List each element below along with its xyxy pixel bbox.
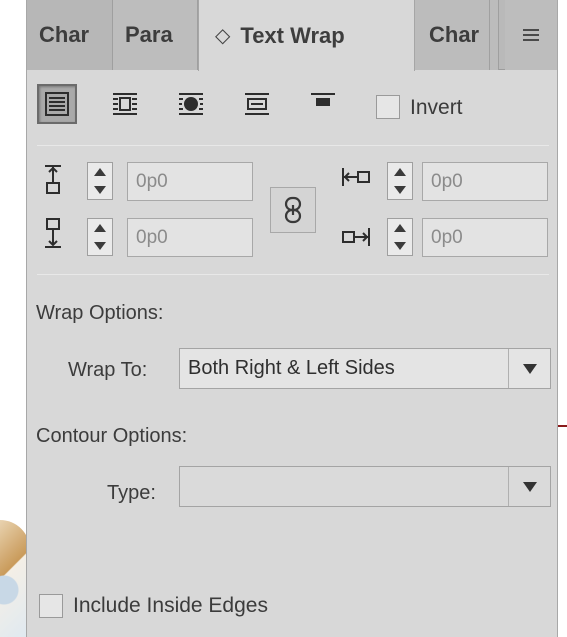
wrap-bounding-box-button[interactable]: [105, 84, 145, 124]
jump-object-button[interactable]: [237, 84, 277, 124]
tab-paragraph[interactable]: Para: [113, 0, 198, 70]
stepper-up-icon[interactable]: [394, 224, 406, 232]
dropdown-arrow-button[interactable]: [508, 349, 550, 388]
tab-text-wrap[interactable]: ◇ Text Wrap: [198, 0, 415, 71]
wrap-to-dropdown[interactable]: Both Right & Left Sides: [179, 348, 551, 389]
stepper-down-icon[interactable]: [94, 186, 106, 194]
contour-options-title: Contour Options:: [36, 425, 188, 447]
dropdown-arrow-button[interactable]: [508, 467, 550, 506]
tab-label: Para: [125, 22, 173, 47]
top-offset-input[interactable]: 0p0: [127, 162, 253, 201]
stepper-down-icon[interactable]: [394, 242, 406, 250]
tab-divider: [489, 0, 490, 70]
section-divider: [37, 145, 549, 146]
bottom-offset-stepper[interactable]: [87, 218, 113, 256]
jump-to-next-column-button[interactable]: [303, 84, 343, 124]
wrap-to-label: Wrap To:: [68, 359, 148, 381]
make-all-settings-same-button[interactable]: [270, 187, 316, 233]
wrap-around-object-shape-icon: [179, 93, 203, 115]
chevron-down-icon: [522, 363, 537, 374]
no-text-wrap-icon: [45, 92, 69, 116]
tab-label: Char: [39, 22, 90, 47]
tab-character[interactable]: Char: [27, 0, 113, 70]
top-offset-stepper[interactable]: [87, 162, 113, 200]
stepper-up-icon[interactable]: [94, 168, 106, 176]
bottom-offset-icon: [45, 218, 61, 248]
left-offset-stepper[interactable]: [387, 162, 413, 200]
invert-checkbox[interactable]: [376, 95, 400, 119]
top-offset-icon: [45, 165, 61, 194]
tab-label: Text Wrap: [240, 22, 345, 48]
include-inside-edges-label: Include Inside Edges: [73, 594, 268, 617]
panel-menu-button[interactable]: [505, 0, 557, 70]
stepper-up-icon[interactable]: [394, 168, 406, 176]
include-inside-edges-checkbox[interactable]: [39, 594, 63, 618]
jump-to-next-column-icon: [311, 93, 335, 106]
no-text-wrap-button[interactable]: [37, 84, 77, 124]
stepper-down-icon[interactable]: [394, 186, 406, 194]
right-offset-input[interactable]: 0p0: [422, 218, 548, 257]
wrap-object-shape-button[interactable]: [171, 84, 211, 124]
wrap-options-title: Wrap Options:: [36, 302, 164, 324]
tab-character-styles[interactable]: Char: [415, 0, 499, 70]
invert-label: Invert: [410, 96, 463, 119]
section-divider: [37, 274, 549, 275]
wrap-to-value: Both Right & Left Sides: [188, 357, 395, 379]
canvas-mark: [558, 425, 567, 427]
hamburger-menu-icon: [523, 29, 539, 41]
chain-link-icon: [284, 196, 302, 224]
right-offset-icon: [342, 228, 370, 246]
tab-collapse-arrows-icon: ◇: [215, 25, 231, 47]
text-wrap-panel: Char Para ◇ Text Wrap Char Invert 0p0 0p…: [26, 0, 558, 637]
stepper-down-icon[interactable]: [94, 242, 106, 250]
contour-type-dropdown[interactable]: [179, 466, 551, 507]
stepper-up-icon[interactable]: [94, 224, 106, 232]
left-offset-input[interactable]: 0p0: [422, 162, 548, 201]
left-offset-icon: [342, 168, 370, 186]
panel-tab-bar: Char Para ◇ Text Wrap Char: [27, 0, 557, 71]
right-offset-stepper[interactable]: [387, 218, 413, 256]
tab-label: Char: [429, 22, 480, 47]
wrap-around-bounding-box-icon: [113, 93, 137, 115]
chevron-down-icon: [522, 481, 537, 492]
jump-object-icon: [245, 93, 269, 115]
bottom-offset-input[interactable]: 0p0: [127, 218, 253, 257]
contour-type-label: Type:: [107, 482, 156, 504]
